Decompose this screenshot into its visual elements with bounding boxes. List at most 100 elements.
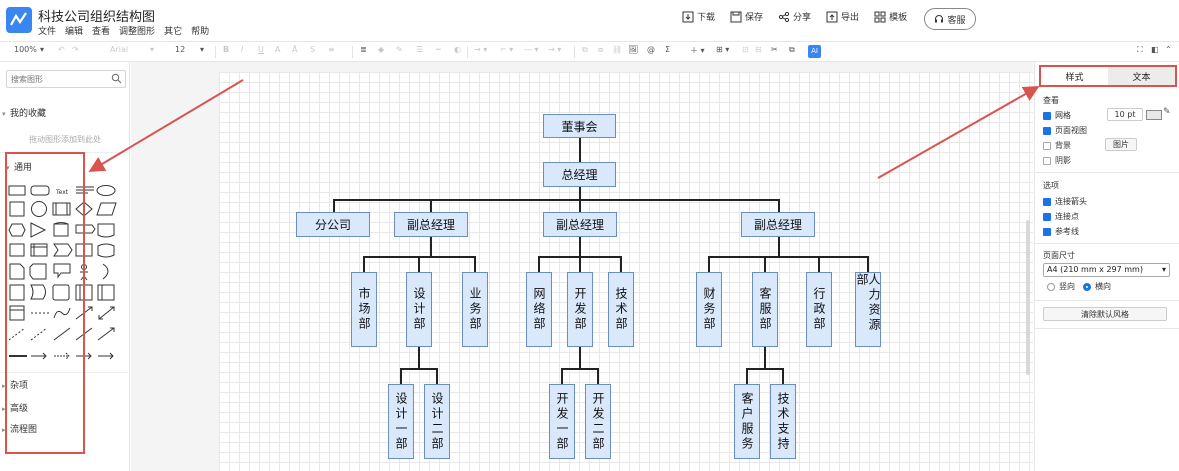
- node-hr-dept[interactable]: 人力资源部: [855, 272, 881, 347]
- node-network-dept[interactable]: 网络部: [526, 272, 552, 347]
- panel-toggle-icon[interactable]: ◧: [1151, 45, 1159, 54]
- font-family-dropdown-icon[interactable]: ▾: [150, 45, 154, 54]
- grid-checkbox-row[interactable]: 网格: [1043, 110, 1071, 121]
- menu-file[interactable]: 文件: [38, 24, 56, 37]
- group-icon[interactable]: ⊡: [742, 45, 749, 54]
- ungroup-icon[interactable]: ⊟: [755, 45, 762, 54]
- undo-icon[interactable]: ↶: [58, 45, 65, 54]
- strikethrough-icon[interactable]: S: [310, 45, 315, 54]
- underline-icon[interactable]: U: [258, 45, 264, 54]
- connect-arrows-checkbox[interactable]: [1043, 197, 1051, 206]
- redo-icon[interactable]: ↷: [72, 45, 79, 54]
- bring-front-icon[interactable]: ⧉: [582, 45, 588, 55]
- node-vice-gm-3[interactable]: 副总经理: [741, 212, 815, 237]
- page-view-checkbox-row[interactable]: 页面视图: [1043, 125, 1087, 136]
- line-color-icon[interactable]: ✎: [396, 45, 403, 54]
- page-size-select[interactable]: A4 (210 mm x 297 mm) ▾: [1043, 263, 1170, 277]
- export-button[interactable]: 导出: [826, 10, 859, 23]
- node-business-dept[interactable]: 业务部: [462, 272, 488, 347]
- search-icon[interactable]: [111, 73, 122, 84]
- font-size-dropdown-icon[interactable]: ▾: [200, 45, 204, 54]
- node-tech-support[interactable]: 技术支持: [770, 384, 796, 459]
- shape-search-input[interactable]: [7, 71, 107, 87]
- page-view-checkbox[interactable]: [1043, 126, 1051, 135]
- node-dev-1[interactable]: 开发一部: [549, 384, 575, 459]
- bold-icon[interactable]: B: [223, 45, 229, 54]
- connect-points-checkbox[interactable]: [1043, 212, 1051, 221]
- share-button[interactable]: 分享: [778, 10, 811, 23]
- node-design-1[interactable]: 设计一部: [388, 384, 414, 459]
- node-board[interactable]: 董事会: [543, 114, 616, 138]
- waypoint-icon[interactable]: ⌐ ▾: [500, 45, 513, 54]
- font-family-select[interactable]: Arial: [110, 45, 128, 54]
- shadow-checkbox[interactable]: [1043, 156, 1051, 165]
- fill-color-icon[interactable]: ◆: [378, 45, 384, 54]
- grid-size-input[interactable]: 10 pt: [1107, 108, 1143, 121]
- tab-style[interactable]: 样式: [1041, 67, 1108, 85]
- portrait-radio[interactable]: [1047, 282, 1055, 291]
- grid-color-swatch[interactable]: [1146, 110, 1162, 120]
- fullscreen-icon[interactable]: ⛶: [1137, 45, 1143, 55]
- background-checkbox-row[interactable]: 背景: [1043, 140, 1071, 151]
- table-icon[interactable]: ⊞ ▾: [716, 45, 729, 54]
- ai-button[interactable]: AI: [808, 45, 821, 58]
- format-painter-icon[interactable]: ✂: [771, 45, 778, 54]
- shadow-checkbox-row[interactable]: 阴影: [1043, 155, 1071, 166]
- node-vice-gm-2[interactable]: 副总经理: [543, 212, 617, 237]
- color-picker-icon[interactable]: ✎: [1163, 107, 1171, 117]
- send-back-icon[interactable]: ⧈: [598, 45, 603, 55]
- insert-image-icon[interactable]: 🖼: [628, 45, 638, 54]
- node-market-dept[interactable]: 市场部: [351, 272, 377, 347]
- background-image-button[interactable]: 图片: [1105, 138, 1137, 151]
- line-style-icon[interactable]: ┅: [436, 45, 441, 54]
- node-general-manager[interactable]: 总经理: [543, 162, 616, 187]
- menu-help[interactable]: 帮助: [191, 24, 209, 37]
- guides-checkbox[interactable]: [1043, 227, 1051, 236]
- copy-style-icon[interactable]: ⧉: [789, 45, 795, 55]
- font-size-select[interactable]: 12: [175, 45, 185, 54]
- text-align-icon[interactable]: ≣: [360, 45, 367, 54]
- canvas-vertical-scrollbar[interactable]: [1026, 220, 1030, 375]
- node-design-dept[interactable]: 设计部: [406, 272, 432, 347]
- node-customer-service-dept[interactable]: 客服部: [752, 272, 778, 347]
- node-vice-gm-1[interactable]: 副总经理: [394, 212, 468, 237]
- collapse-icon[interactable]: ⌃: [1165, 45, 1172, 54]
- customer-service-button[interactable]: 客服: [924, 8, 976, 30]
- guides-checkbox-row[interactable]: 参考线: [1043, 226, 1079, 237]
- grid-checkbox[interactable]: [1043, 111, 1051, 120]
- background-checkbox[interactable]: [1043, 141, 1051, 150]
- line-start-icon[interactable]: — ▾: [524, 45, 539, 54]
- insert-icon[interactable]: ＋ ▾: [690, 45, 705, 56]
- connector-type-icon[interactable]: → ▾: [474, 45, 487, 54]
- section-favorites[interactable]: ▾ 我的收藏: [0, 106, 130, 119]
- menu-edit[interactable]: 编辑: [65, 24, 83, 37]
- document-title[interactable]: 科技公司组织结构图: [38, 6, 155, 25]
- menu-other[interactable]: 其它: [164, 24, 182, 37]
- link-icon[interactable]: ⛓: [612, 45, 622, 54]
- node-development-dept[interactable]: 开发部: [567, 272, 593, 347]
- font-color-icon[interactable]: A: [275, 45, 280, 54]
- line-end-icon[interactable]: → ▾: [548, 45, 561, 54]
- connect-points-checkbox-row[interactable]: 连接点: [1043, 211, 1079, 222]
- connect-arrows-checkbox-row[interactable]: 连接箭头: [1043, 196, 1087, 207]
- node-cust-service[interactable]: 客户服务: [734, 384, 760, 459]
- italic-icon[interactable]: I: [241, 45, 243, 54]
- node-tech-dept[interactable]: 技术部: [608, 272, 634, 347]
- template-button[interactable]: 模板: [874, 10, 907, 23]
- node-branch-office[interactable]: 分公司: [296, 212, 370, 237]
- zoom-dropdown-icon[interactable]: ▾: [40, 45, 44, 54]
- node-dev-2[interactable]: 开发二部: [585, 384, 611, 459]
- save-button[interactable]: 保存: [730, 10, 763, 23]
- node-finance-dept[interactable]: 财务部: [696, 272, 722, 347]
- insert-link-icon[interactable]: @: [647, 45, 655, 54]
- menu-view[interactable]: 查看: [92, 24, 110, 37]
- menu-adjust-shape[interactable]: 调整图形: [119, 24, 155, 37]
- formula-icon[interactable]: Σ: [665, 45, 670, 54]
- reset-style-button[interactable]: 清除默认风格: [1043, 307, 1167, 321]
- node-admin-dept[interactable]: 行政部: [806, 272, 832, 347]
- zoom-select[interactable]: 100%: [14, 45, 37, 54]
- text-highlight-icon[interactable]: Ā: [292, 45, 297, 54]
- line-width-icon[interactable]: ☰: [416, 45, 423, 54]
- align-left-icon[interactable]: ≡: [328, 45, 335, 54]
- opacity-icon[interactable]: ◐: [454, 45, 461, 54]
